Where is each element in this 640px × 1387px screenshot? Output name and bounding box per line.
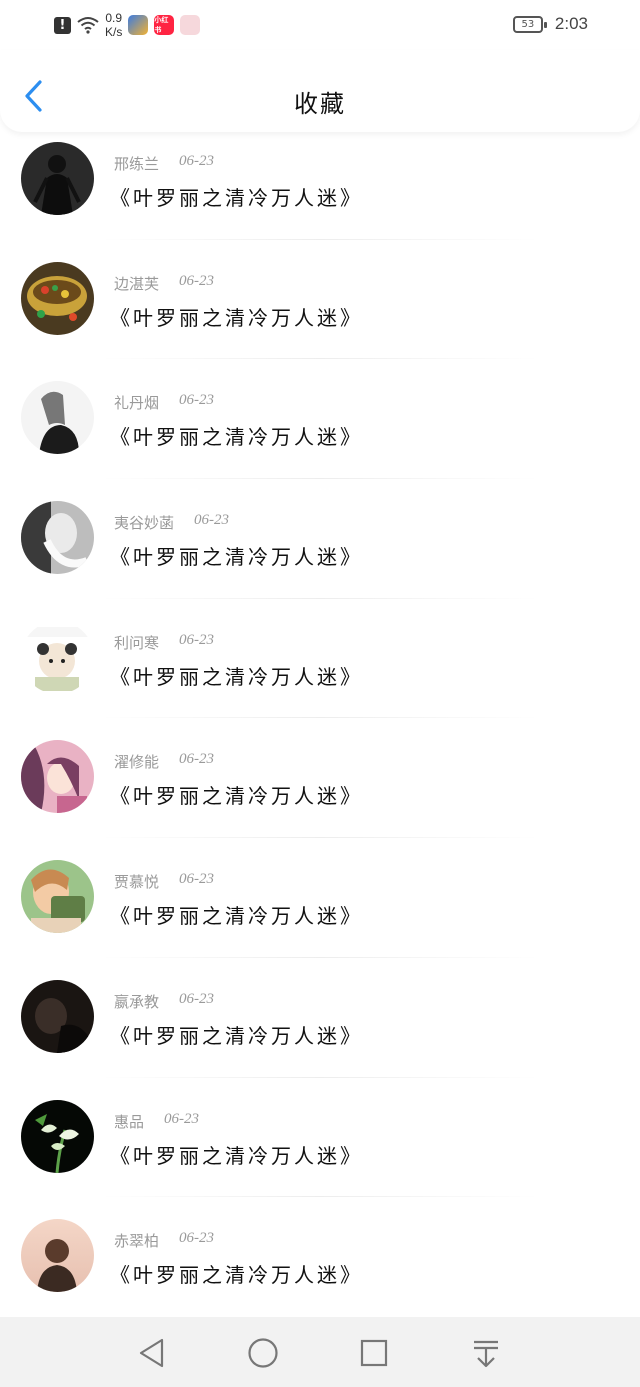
nav-back-button[interactable] — [136, 1337, 168, 1369]
item-date: 06-23 — [179, 751, 215, 768]
status-right: 53 2:03 — [512, 14, 588, 34]
list-item[interactable]: 利问寒 06-23 《叶罗丽之清冷万人迷》 — [0, 599, 640, 719]
item-meta: 惠品 06-23 — [114, 1111, 199, 1132]
author-name: 赤翠柏 — [114, 1232, 160, 1251]
author-name: 利问寒 — [114, 633, 160, 652]
item-meta: 邢练兰 06-23 — [114, 153, 214, 174]
nav-recents-button[interactable] — [358, 1337, 390, 1369]
list-item[interactable]: 邢练兰 06-23 《叶罗丽之清冷万人迷》 — [0, 120, 640, 240]
home-circle-icon — [248, 1338, 278, 1368]
item-date: 06-23 — [179, 990, 215, 1007]
battery-icon: 53 — [512, 15, 547, 33]
list-item[interactable]: 濯修能 06-23 《叶罗丽之清冷万人迷》 — [0, 718, 640, 839]
list-item[interactable]: 夷谷妙菡 06-23 《叶罗丽之清冷万人迷》 — [0, 479, 640, 599]
book-title: 《叶罗丽之清冷万人迷》 — [110, 1143, 363, 1168]
item-date: 06-23 — [179, 871, 215, 888]
list-item[interactable]: 礼丹烟 06-23 《叶罗丽之清冷万人迷》 — [0, 359, 640, 480]
item-meta: 利问寒 06-23 — [114, 632, 214, 653]
avatar — [21, 860, 94, 934]
book-title: 《叶罗丽之清冷万人迷》 — [110, 186, 363, 210]
list-item[interactable]: 惠品 06-23 《叶罗丽之清冷万人迷》 — [0, 1078, 640, 1198]
cartoon-app-icon — [180, 15, 201, 35]
recents-square-icon — [360, 1339, 388, 1367]
author-name: 邢练兰 — [114, 155, 160, 173]
book-title: 《叶罗丽之清冷万人迷》 — [110, 664, 363, 689]
network-speed-unit: K/s — [105, 25, 123, 39]
network-speed: 0.9 K/s — [105, 11, 122, 39]
author-name: 惠品 — [114, 1112, 145, 1131]
nav-home-button[interactable] — [247, 1337, 279, 1369]
item-date: 06-23 — [164, 1110, 200, 1127]
avatar — [21, 979, 94, 1053]
book-title: 《叶罗丽之清冷万人迷》 — [110, 425, 363, 450]
author-name: 边湛芙 — [114, 274, 160, 293]
wifi-icon — [77, 17, 99, 34]
item-date: 06-23 — [179, 272, 215, 289]
author-name: 嬴承教 — [114, 992, 160, 1011]
header: 收藏 — [0, 50, 640, 132]
avatar — [21, 381, 94, 455]
item-date: 06-23 — [179, 631, 215, 648]
avatar — [21, 1219, 94, 1293]
notification-down-icon — [474, 1340, 498, 1368]
status-left: ! 0.9 K/s 小红书 — [54, 10, 201, 40]
list-item[interactable]: 边湛芙 06-23 《叶罗丽之清冷万人迷》 — [0, 240, 640, 360]
back-triangle-icon — [139, 1338, 164, 1368]
item-meta: 濯修能 06-23 — [114, 751, 214, 772]
page-title: 收藏 — [294, 90, 346, 118]
author-name: 濯修能 — [114, 753, 160, 772]
item-meta: 礼丹烟 06-23 — [114, 392, 214, 413]
status-bar: ! 0.9 K/s 小红书 53 2:03 — [0, 0, 640, 50]
item-date: 06-23 — [194, 512, 230, 529]
avatar — [21, 261, 94, 335]
book-title: 《叶罗丽之清冷万人迷》 — [110, 305, 363, 330]
list-item[interactable]: 贾慕悦 06-23 《叶罗丽之清冷万人迷》 — [0, 838, 640, 958]
status-time: 2:03 — [554, 14, 588, 33]
author-name: 夷谷妙菡 — [114, 514, 175, 533]
list-item[interactable]: 赤翠柏 06-23 《叶罗丽之清冷万人迷》 — [0, 1197, 640, 1317]
item-date: 06-23 — [179, 392, 215, 409]
item-meta: 赤翠柏 06-23 — [114, 1230, 214, 1251]
book-title: 《叶罗丽之清冷万人迷》 — [110, 1023, 363, 1048]
alert-icon: ! — [54, 16, 71, 34]
book-title: 《叶罗丽之清冷万人迷》 — [110, 904, 363, 929]
game-app-icon — [128, 15, 149, 35]
avatar — [21, 142, 94, 215]
favorites-list: 邢练兰 06-23 《叶罗丽之清冷万人迷》 边湛芙 06-23 《叶罗丽之清冷万… — [0, 120, 640, 1317]
avatar — [21, 1099, 94, 1173]
avatar — [21, 620, 94, 694]
avatar — [21, 501, 94, 575]
book-title: 《叶罗丽之清冷万人迷》 — [110, 1263, 363, 1288]
author-name: 贾慕悦 — [114, 873, 160, 892]
item-meta: 夷谷妙菡 06-23 — [114, 512, 229, 533]
nav-notification-button[interactable] — [470, 1337, 502, 1369]
item-date: 06-23 — [179, 1230, 215, 1247]
author-name: 礼丹烟 — [114, 394, 160, 413]
book-title: 《叶罗丽之清冷万人迷》 — [110, 784, 363, 809]
item-meta: 边湛芙 06-23 — [114, 273, 214, 294]
system-nav-bar — [0, 1317, 640, 1387]
xiaohongshu-app-icon: 小红书 — [154, 15, 175, 35]
item-meta: 嬴承教 06-23 — [114, 991, 214, 1012]
list-item[interactable]: 嬴承教 06-23 《叶罗丽之清冷万人迷》 — [0, 958, 640, 1078]
book-title: 《叶罗丽之清冷万人迷》 — [110, 545, 363, 570]
network-speed-value: 0.9 — [105, 11, 123, 25]
avatar — [21, 740, 94, 814]
item-date: 06-23 — [179, 153, 215, 169]
item-meta: 贾慕悦 06-23 — [114, 871, 214, 892]
